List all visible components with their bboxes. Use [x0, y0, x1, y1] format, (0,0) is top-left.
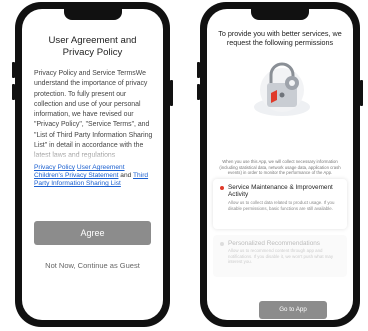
permission-title: Service Maintenance & Improvement Activi… [228, 184, 333, 199]
power-button [170, 80, 173, 106]
volume-down-button [12, 84, 15, 100]
phone-frame-agreement: User Agreement and Privacy Policy Privac… [15, 2, 170, 327]
permissions-description: When you use this App, we will collect n… [219, 159, 341, 176]
permission-card-recommendations[interactable]: Personalized Recommendations Allow us to… [213, 235, 347, 277]
phone-frame-permissions: To provide you with better services, we … [200, 2, 360, 327]
go-to-app-button[interactable]: Go to App [259, 301, 327, 319]
permissions-screen: To provide you with better services, we … [207, 9, 353, 320]
permission-title: Personalized Recommendations [228, 240, 321, 247]
policy-links: Privacy Policy User Agreement Children's… [34, 164, 155, 188]
agreement-screen: User Agreement and Privacy Policy Privac… [22, 9, 163, 320]
continue-as-guest-link[interactable]: Not Now, Continue as Guest [22, 261, 163, 270]
agreement-title: User Agreement and Privacy Policy [48, 35, 137, 58]
agree-button[interactable]: Agree [34, 221, 151, 245]
permission-dot-icon [220, 186, 224, 190]
power-button [360, 80, 363, 106]
phone-notch [63, 9, 122, 20]
volume-up-button [12, 62, 15, 78]
volume-up-button [197, 62, 200, 78]
permission-card-service[interactable]: Service Maintenance & Improvement Activi… [213, 179, 347, 229]
permission-description: Allow us to collect data related to prod… [228, 200, 335, 211]
permission-description: Allow us to recommend content through ap… [228, 248, 334, 265]
user-agreement-link[interactable]: User Agreement [77, 164, 125, 171]
children-privacy-link[interactable]: Children's Privacy Statement [34, 172, 118, 179]
security-lock-illustration-icon [254, 62, 310, 116]
permissions-title: To provide you with better services, we … [218, 29, 342, 47]
permission-dot-icon [220, 242, 224, 246]
privacy-policy-link[interactable]: Privacy Policy [34, 164, 75, 171]
scroll-fade [22, 145, 163, 163]
volume-down-button [197, 84, 200, 100]
links-and-text: and [120, 172, 132, 179]
phone-notch [251, 9, 309, 20]
